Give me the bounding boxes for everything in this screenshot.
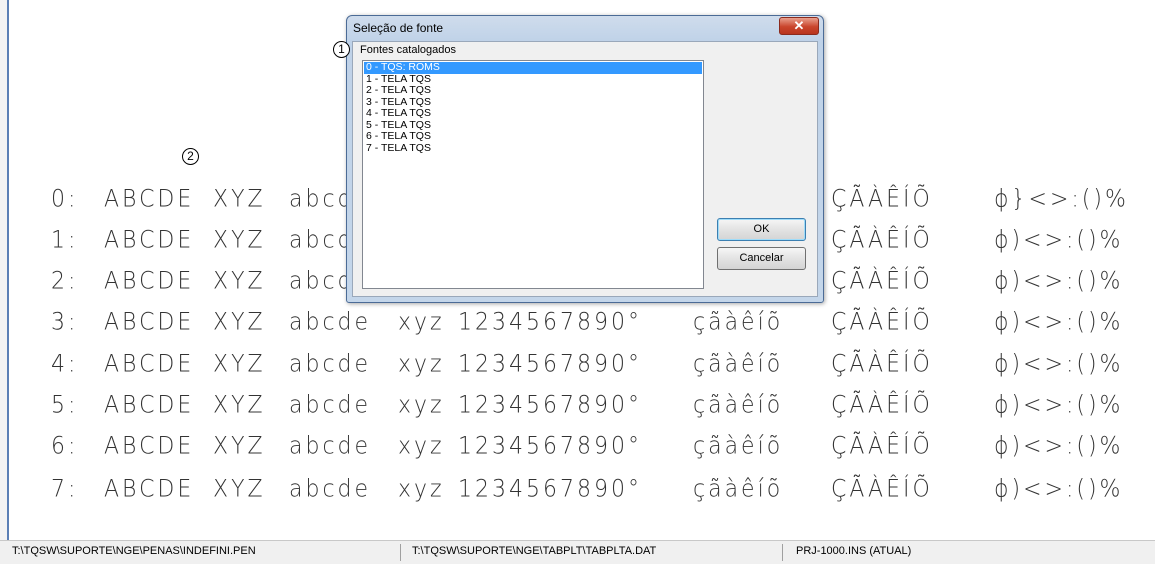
accented-uppercase-sample: ÇÃÀÊÍÕ [831, 432, 933, 461]
row-id-label: 6: [51, 432, 79, 461]
lowercase-xyz-sample: xyz [398, 308, 445, 337]
uppercase-xyz-sample: XYZ [213, 226, 266, 255]
uppercase-xyz-sample: XYZ [213, 475, 266, 504]
font-list-item[interactable]: 7 - TELA TQS [364, 142, 702, 155]
uppercase-xyz-sample: XYZ [213, 432, 266, 461]
font-list[interactable]: 0 - TQS: ROMS 1 - TELA TQS 2 - TELA TQS 3 -… [362, 60, 704, 289]
symbols-sample: ϕ)<>:()% [994, 432, 1124, 461]
row-id-label: 7: [51, 475, 79, 504]
accented-lowercase-sample: çãàêíõ [693, 391, 784, 420]
cancel-button[interactable]: Cancelar [717, 247, 806, 270]
font-list-label: Fontes catalogados [360, 44, 457, 56]
font-list-item[interactable]: 0 - TQS: ROMS [364, 61, 702, 74]
font-list-item[interactable]: 2 - TELA TQS [364, 84, 702, 97]
uppercase-sample: ABCDE [104, 226, 195, 255]
lowercase-xyz-sample: xyz [398, 391, 445, 420]
accented-uppercase-sample: ÇÃÀÊÍÕ [831, 475, 933, 504]
font-sample-row: 5: ABCDE XYZ abcde xyz 1234567890° çãàêíõ ÇÃÀÊÍ… [11, 389, 1155, 423]
font-sample-row: 6: ABCDE XYZ abcde xyz 1234567890° çãàêíõ ÇÃÀÊÍ… [11, 430, 1155, 464]
symbols-sample: ϕ)<>:()% [994, 475, 1124, 504]
uppercase-xyz-sample: XYZ [213, 391, 266, 420]
font-list-item[interactable]: 6 - TELA TQS [364, 130, 702, 143]
lowercase-sample: abcde [289, 350, 372, 379]
lowercase-xyz-sample: xyz [398, 475, 445, 504]
accented-uppercase-sample: ÇÃÀÊÍÕ [831, 267, 933, 296]
row-id-label: 1: [51, 226, 79, 255]
ok-button[interactable]: OK [717, 218, 806, 241]
uppercase-xyz-sample: XYZ [213, 267, 266, 296]
accented-uppercase-sample: ÇÃÀÊÍÕ [831, 350, 933, 379]
close-button[interactable]: ✕ [779, 17, 819, 35]
digits-sample: 1234567890° [458, 391, 642, 420]
font-list-item[interactable]: 4 - TELA TQS [364, 107, 702, 120]
close-icon: ✕ [793, 18, 805, 33]
uppercase-xyz-sample: XYZ [213, 185, 266, 214]
uppercase-sample: ABCDE [104, 391, 195, 420]
row-id-label: 3: [51, 308, 79, 337]
status-project: PRJ-1000.INS (ATUAL) [796, 545, 912, 557]
uppercase-sample: ABCDE [104, 350, 195, 379]
status-bar: T:\TQSW\SUPORTE\NGE\PENAS\INDEFINI.PEN T… [0, 540, 1155, 564]
accented-uppercase-sample: ÇÃÀÊÍÕ [831, 308, 933, 337]
digits-sample: 1234567890° [458, 432, 642, 461]
accented-lowercase-sample: çãàêíõ [693, 308, 784, 337]
font-sample-row: 4: ABCDE XYZ abcde xyz 1234567890° çãàêíõ ÇÃÀÊÍ… [11, 348, 1155, 382]
symbols-sample: ϕ}<>:()% [994, 185, 1129, 214]
font-selection-dialog: Seleção de fonte ✕ Fontes catalogados 0 … [346, 15, 824, 303]
row-id-label: 2: [51, 267, 79, 296]
uppercase-sample: ABCDE [104, 475, 195, 504]
lowercase-sample: abcde [289, 432, 372, 461]
accented-uppercase-sample: ÇÃÀÊÍÕ [831, 185, 933, 214]
digits-sample: 1234567890° [458, 475, 642, 504]
accented-lowercase-sample: çãàêíõ [693, 432, 784, 461]
row-id-label: 5: [51, 391, 79, 420]
uppercase-xyz-sample: XYZ [213, 350, 266, 379]
symbols-sample: ϕ)<>:()% [994, 308, 1124, 337]
dialog-body: Fontes catalogados 0 - TQS: ROMS 1 - TELA… [352, 41, 818, 297]
accented-uppercase-sample: ÇÃÀÊÍÕ [831, 391, 933, 420]
lowercase-sample: abcde [289, 391, 372, 420]
symbols-sample: ϕ)<>:()% [994, 391, 1124, 420]
status-divider [400, 544, 401, 561]
annotation-marker-2: 2 [182, 148, 199, 165]
font-sample-row: 3: ABCDE XYZ abcde xyz 1234567890° çãàêíõ ÇÃÀÊÍ… [11, 306, 1155, 340]
uppercase-sample: ABCDE [104, 308, 195, 337]
accented-lowercase-sample: çãàêíõ [693, 475, 784, 504]
lowercase-sample: abcde [289, 308, 372, 337]
dialog-title: Seleção de fonte [353, 21, 444, 35]
status-table-file: T:\TQSW\SUPORTE\NGE\TABPLT\TABPLTA.DAT [412, 545, 657, 557]
accented-uppercase-sample: ÇÃÀÊÍÕ [831, 226, 933, 255]
lowercase-sample: abcde [289, 475, 372, 504]
lowercase-xyz-sample: xyz [398, 432, 445, 461]
uppercase-xyz-sample: XYZ [213, 308, 266, 337]
symbols-sample: ϕ)<>:()% [994, 267, 1124, 296]
symbols-sample: ϕ)<>:()% [994, 226, 1124, 255]
annotation-marker-1: 1 [333, 41, 350, 58]
uppercase-sample: ABCDE [104, 185, 195, 214]
window-left-border [0, 0, 9, 564]
digits-sample: 1234567890° [458, 350, 642, 379]
row-id-label: 0: [51, 185, 79, 214]
uppercase-sample: ABCDE [104, 432, 195, 461]
uppercase-sample: ABCDE [104, 267, 195, 296]
digits-sample: 1234567890° [458, 308, 642, 337]
symbols-sample: ϕ)<>:()% [994, 350, 1124, 379]
font-sample-row: 7: ABCDE XYZ abcde xyz 1234567890° çãàêíõ ÇÃÀÊÍ… [11, 473, 1155, 507]
row-id-label: 4: [51, 350, 79, 379]
status-pen-file: T:\TQSW\SUPORTE\NGE\PENAS\INDEFINI.PEN [12, 545, 256, 557]
lowercase-xyz-sample: xyz [398, 350, 445, 379]
accented-lowercase-sample: çãàêíõ [693, 350, 784, 379]
status-divider [782, 544, 783, 561]
